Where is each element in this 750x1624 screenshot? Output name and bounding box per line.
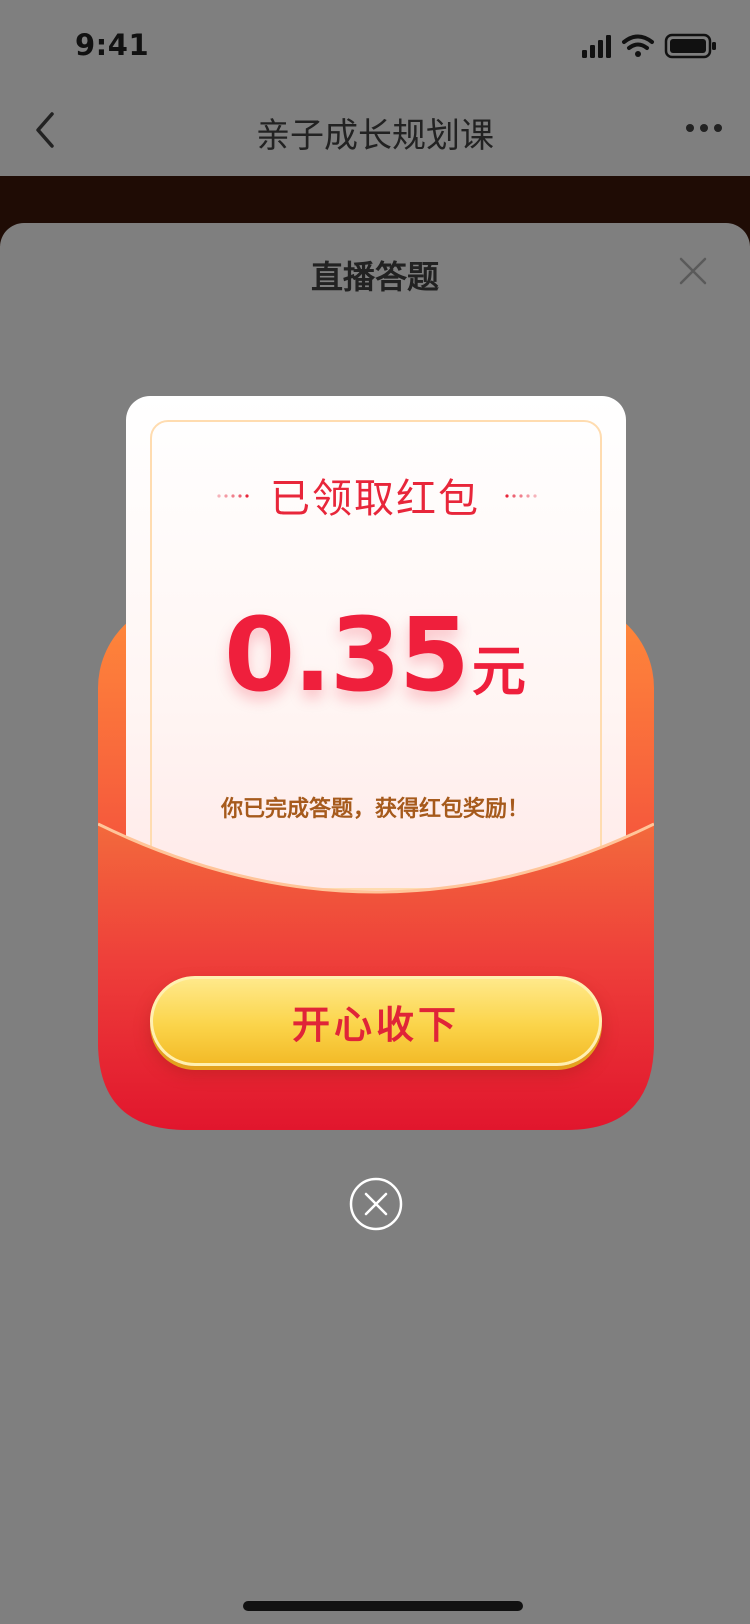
accept-button[interactable]: 开心收下 — [150, 976, 602, 1066]
envelope-title: 已领取红包 — [270, 476, 480, 522]
amount-value: 0.35 — [224, 596, 470, 715]
status-icons — [582, 33, 716, 59]
sheet-title: 直播答题 — [310, 258, 439, 296]
circle-close-icon[interactable] — [349, 1177, 403, 1231]
battery-icon — [664, 33, 716, 59]
amount-unit: 元 — [471, 640, 526, 703]
amount-display: 0.35元 — [0, 596, 750, 715]
close-icon[interactable] — [678, 256, 708, 286]
cellular-signal-icon — [582, 35, 611, 58]
wifi-icon — [622, 34, 654, 57]
red-envelope-front — [98, 822, 654, 1130]
status-time: 9:41 — [75, 28, 150, 62]
nav-title: 亲子成长规划课 — [256, 116, 494, 156]
home-indicator — [243, 1601, 523, 1611]
more-horizontal-icon[interactable] — [684, 118, 724, 138]
dots-decoration-right — [505, 494, 537, 498]
